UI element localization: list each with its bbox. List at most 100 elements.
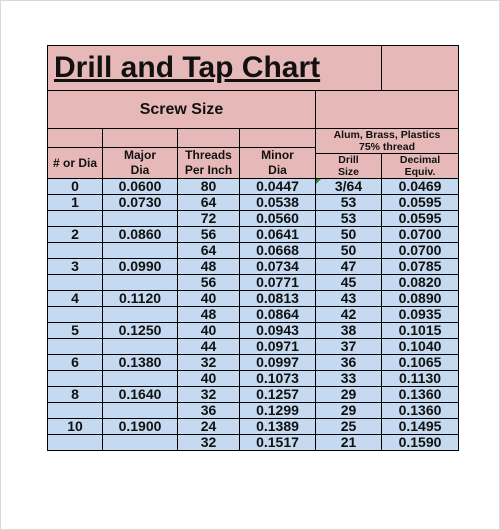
minor-dia-cell: 0.0864 [239, 306, 316, 323]
minor-dia-cell: 0.1389 [239, 418, 316, 435]
material-label: Alum, Brass, Plastics [333, 129, 441, 142]
spacer-row: Alum, Brass, Plastics 75% thread [47, 128, 460, 154]
empty-cell [47, 128, 103, 148]
major-dia-cell: 0.1640 [102, 386, 178, 403]
table-row: 64 0.0668 50 0.0700 [47, 242, 460, 259]
minor-dia-cell: 0.0447 [239, 178, 316, 195]
col-label: Threads [185, 148, 232, 163]
table-row: 36 0.1299 29 0.1360 [47, 402, 460, 419]
decimal-equiv-cell: 0.0595 [381, 194, 460, 211]
minor-dia-cell: 0.1299 [239, 402, 316, 419]
size-cell: 10 [47, 418, 103, 435]
size-cell: 3 [47, 258, 103, 275]
minor-dia-cell: 0.0560 [239, 210, 316, 227]
thread-label: 75% thread [358, 141, 416, 153]
table-row: 5 0.1250 40 0.0943 38 0.1015 [47, 322, 460, 339]
col-label: Dia [268, 163, 287, 177]
tpi-cell: 56 [177, 226, 240, 243]
drill-size-cell: 47 [314, 258, 383, 275]
table-row: 40 0.1073 33 0.1130 [47, 370, 460, 387]
col-number-or-dia: # or Dia [47, 147, 103, 179]
table-row: 4 0.1120 40 0.0813 43 0.0890 [47, 290, 460, 307]
decimal-equiv-cell: 0.0890 [381, 290, 460, 307]
table-row: 32 0.1517 21 0.1590 [47, 434, 460, 451]
table-row: 56 0.0771 45 0.0820 [47, 274, 460, 291]
decimal-equiv-cell: 0.0700 [381, 226, 460, 243]
decimal-equiv-cell: 0.1130 [381, 370, 460, 387]
major-dia-cell: 0.1380 [102, 354, 178, 371]
chart-title: Drill and Tap Chart [46, 45, 383, 91]
size-cell: 0 [47, 178, 103, 195]
table-row: 44 0.0971 37 0.1040 [47, 338, 460, 355]
table-row: 3 0.0990 48 0.0734 47 0.0785 [47, 258, 460, 275]
decimal-equiv-cell: 0.1495 [381, 418, 460, 435]
empty-cell [102, 128, 178, 148]
major-dia-cell [102, 402, 178, 419]
tpi-cell: 72 [177, 210, 240, 227]
tpi-cell: 40 [177, 322, 240, 339]
comment-indicator-icon [316, 179, 321, 184]
drill-size-cell: 21 [314, 434, 383, 451]
drill-size-cell: 42 [314, 306, 383, 323]
major-dia-cell: 0.1120 [102, 290, 178, 307]
col-label: Equiv. [404, 166, 436, 178]
decimal-equiv-cell: 0.0595 [381, 210, 460, 227]
col-minor-dia: Minor Dia [239, 147, 316, 179]
minor-dia-cell: 0.0971 [239, 338, 316, 355]
size-cell [47, 242, 103, 259]
major-dia-cell [102, 242, 178, 259]
drill-size-cell: 29 [314, 402, 383, 419]
tpi-cell: 48 [177, 258, 240, 275]
table-row: 1 0.0730 64 0.0538 53 0.0595 [47, 194, 460, 211]
major-dia-cell [102, 434, 178, 451]
section-row: Screw Size [47, 90, 460, 129]
table-row: 10 0.1900 24 0.1389 25 0.1495 [47, 418, 460, 435]
major-dia-cell: 0.0600 [102, 178, 178, 195]
major-dia-cell: 0.0990 [102, 258, 178, 275]
major-dia-cell [102, 210, 178, 227]
drill-size-cell: 29 [314, 386, 383, 403]
screw-size-header: Screw Size [47, 90, 316, 129]
tpi-cell: 56 [177, 274, 240, 291]
drill-size-cell: 45 [314, 274, 383, 291]
minor-dia-cell: 0.0771 [239, 274, 316, 291]
empty-cell [314, 90, 460, 129]
tpi-cell: 24 [177, 418, 240, 435]
col-decimal-equiv: Decimal Equiv. [381, 153, 460, 179]
empty-cell [177, 128, 240, 148]
col-drill-size: Drill Size [314, 153, 383, 179]
minor-dia-cell: 0.0943 [239, 322, 316, 339]
size-cell: 8 [47, 386, 103, 403]
size-cell [47, 370, 103, 387]
major-dia-cell [102, 338, 178, 355]
major-dia-cell [102, 306, 178, 323]
size-cell: 4 [47, 290, 103, 307]
decimal-equiv-cell: 0.1590 [381, 434, 460, 451]
major-dia-cell: 0.1900 [102, 418, 178, 435]
table-row: 48 0.0864 42 0.0935 [47, 306, 460, 323]
tpi-cell: 40 [177, 370, 240, 387]
minor-dia-cell: 0.1257 [239, 386, 316, 403]
minor-dia-cell: 0.0538 [239, 194, 316, 211]
tpi-cell: 64 [177, 242, 240, 259]
empty-cell [381, 45, 460, 91]
col-label: Decimal [399, 154, 441, 167]
size-cell [47, 402, 103, 419]
col-label: Minor [261, 148, 294, 163]
tpi-cell: 48 [177, 306, 240, 323]
drill-size-cell: 53 [314, 210, 383, 227]
decimal-equiv-cell: 0.0700 [381, 242, 460, 259]
col-label: Major [123, 148, 156, 163]
drill-size-cell: 53 [314, 194, 383, 211]
decimal-equiv-cell: 0.1360 [381, 402, 460, 419]
col-label: Dia [130, 163, 150, 177]
minor-dia-cell: 0.0668 [239, 242, 316, 259]
tpi-cell: 80 [177, 178, 240, 195]
decimal-equiv-cell: 0.0820 [381, 274, 460, 291]
tpi-cell: 32 [177, 354, 240, 371]
major-dia-cell: 0.0730 [102, 194, 178, 211]
major-dia-cell: 0.1250 [102, 322, 178, 339]
major-dia-cell [102, 274, 178, 291]
size-cell: 6 [47, 354, 103, 371]
drill-size-cell: 50 [314, 242, 383, 259]
